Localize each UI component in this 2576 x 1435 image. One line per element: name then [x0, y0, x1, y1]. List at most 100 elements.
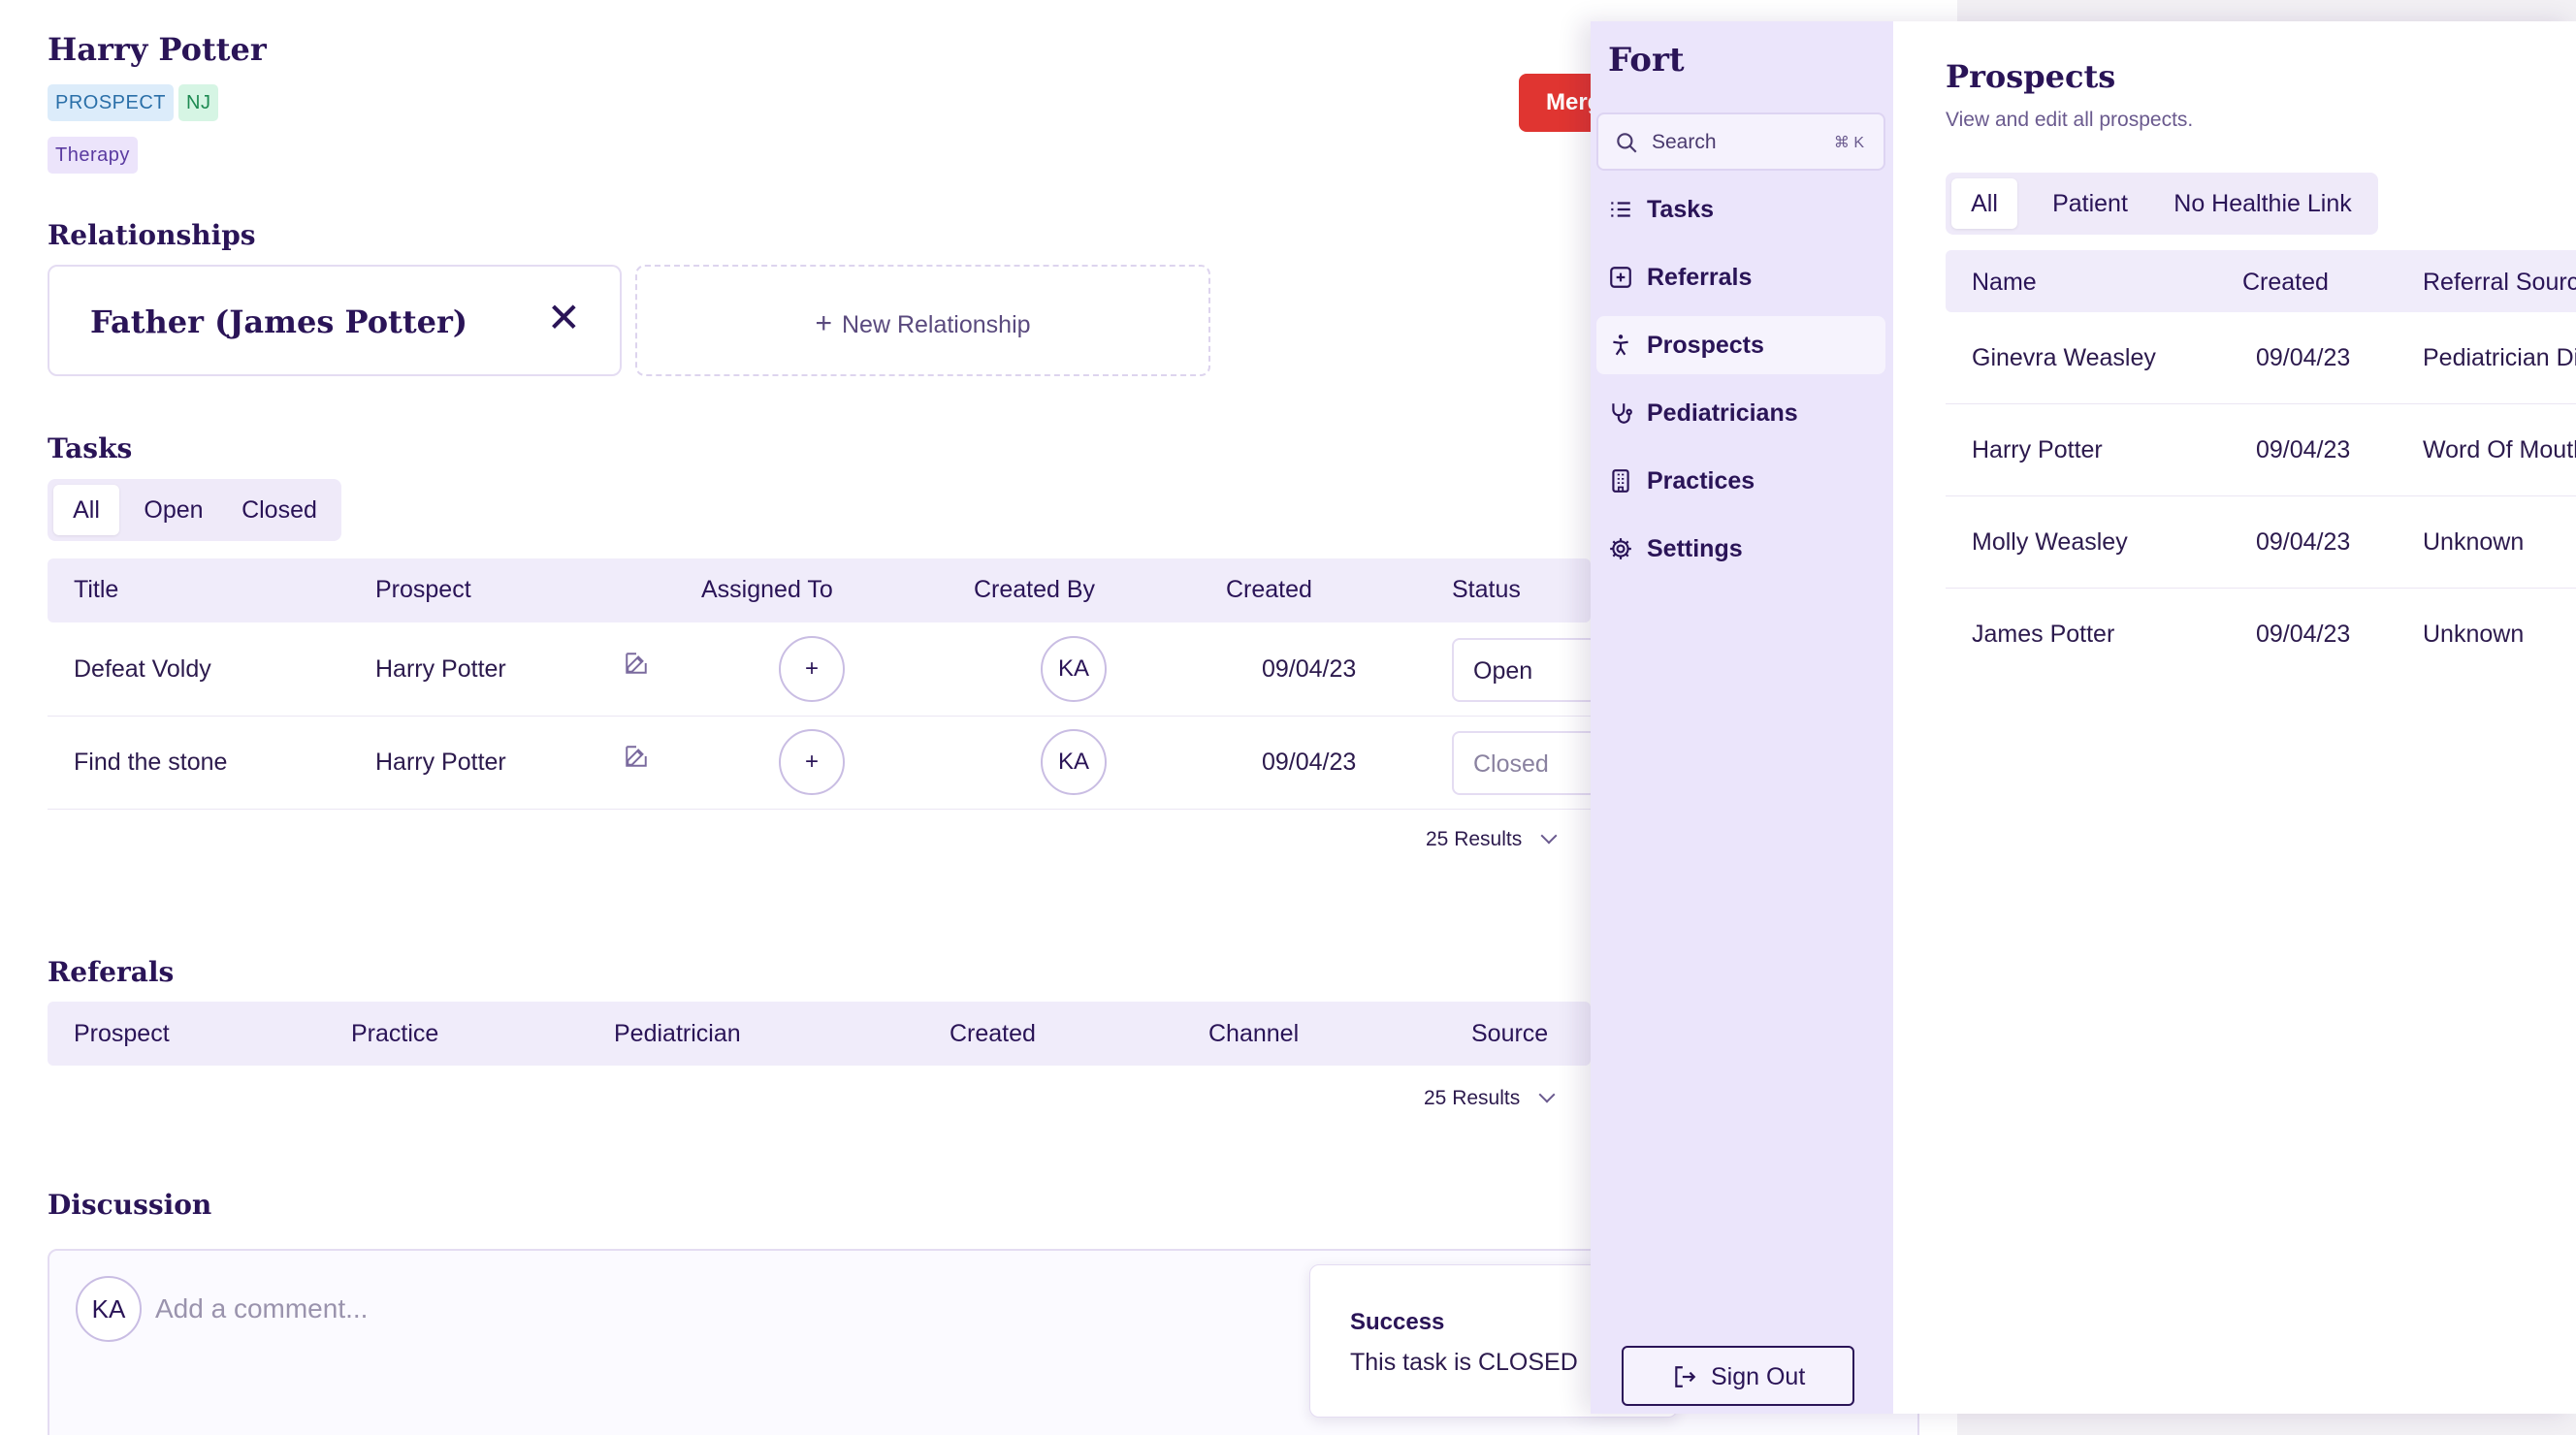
comment-input[interactable]: Add a comment... [155, 1293, 368, 1324]
status-badge: PROSPECT [48, 84, 175, 121]
column-header: Created [950, 1020, 1036, 1047]
edit-icon[interactable] [624, 651, 649, 676]
prospects-table-header: Name Created Referral Source [1946, 250, 2576, 312]
search-input[interactable]: Search ⌘ K [1596, 112, 1885, 171]
prospect-name: Molly Weasley [1972, 528, 2128, 556]
assign-button[interactable]: + [779, 636, 845, 702]
referrals-table-header: Prospect Practice Pediatrician Created C… [48, 1002, 1591, 1066]
new-relationship-button[interactable]: + New Relationship [635, 265, 1210, 376]
status-select[interactable]: Open [1452, 638, 1597, 702]
prospect-source: Pediatrician Direct [2423, 344, 2576, 371]
referrals-heading: Referals [48, 956, 175, 988]
task-prospect: Harry Potter [375, 749, 506, 776]
table-row[interactable]: Ginevra Weasley 09/04/23 Pediatrician Di… [1946, 312, 2576, 404]
tab-all[interactable]: All [53, 485, 119, 535]
column-header: Channel [1208, 1020, 1300, 1047]
prospect-name: James Potter [1972, 621, 2115, 648]
tab-no-healthie-link[interactable]: No Healthie Link [2155, 178, 2370, 229]
results-label: 25 Results [1426, 828, 1523, 850]
tasks-filter-tabs: All Open Closed [48, 479, 341, 541]
page-subtitle: View and edit all prospects. [1946, 109, 2194, 131]
tab-all[interactable]: All [1951, 178, 2017, 229]
avatar: KA [1041, 729, 1107, 795]
task-title: Defeat Voldy [74, 655, 211, 683]
prospect-source: Word Of Mouth [2423, 436, 2576, 463]
sidebar-item-label: Referrals [1647, 264, 1753, 291]
column-header: Name [1972, 269, 2037, 296]
tasks-table-header: Title Prospect Assigned To Created By Cr… [48, 558, 1591, 622]
task-title: Find the stone [74, 749, 228, 776]
prospect-source: Unknown [2423, 621, 2525, 648]
toast-title: Success [1350, 1309, 1445, 1335]
column-header: Practice [351, 1020, 439, 1047]
sidebar-item-settings[interactable]: Settings [1596, 520, 1885, 578]
tasks-heading: Tasks [48, 432, 133, 464]
task-created: 09/04/23 [1262, 749, 1357, 776]
column-header: Status [1452, 576, 1521, 603]
relationship-label: Father (James Potter) [90, 303, 467, 340]
results-per-page-select[interactable]: 25 Results [1424, 1086, 1556, 1110]
prospects-main: Prospects View and edit all prospects. A… [1893, 21, 2576, 1414]
sidebar-item-practices[interactable]: Practices [1596, 452, 1885, 510]
prospect-name: Harry Potter [1972, 436, 2103, 463]
sign-out-icon [1675, 1366, 1696, 1387]
sidebar-item-tasks[interactable]: Tasks [1596, 180, 1885, 239]
sidebar-item-label: Prospects [1647, 332, 1764, 359]
sidebar-item-label: Tasks [1647, 196, 1715, 223]
column-header: Pediatrician [614, 1020, 741, 1047]
sidebar-item-pediatricians[interactable]: Pediatricians [1596, 384, 1885, 442]
search-icon [1617, 133, 1637, 153]
tab-closed[interactable]: Closed [226, 485, 333, 535]
service-badge: Therapy [48, 137, 138, 174]
sign-out-button[interactable]: Sign Out [1622, 1346, 1854, 1406]
relationship-card: Father (James Potter) ✕ [48, 265, 622, 376]
prospect-source: Unknown [2423, 528, 2525, 556]
table-row[interactable]: James Potter 09/04/23 Unknown [1946, 589, 2576, 681]
sidebar-item-label: Pediatricians [1647, 399, 1798, 427]
table-row[interactable]: Find the stone Harry Potter + KA 09/04/2… [48, 717, 1597, 810]
gear-icon [1610, 538, 1631, 559]
chevron-down-icon [1540, 827, 1558, 845]
search-placeholder: Search [1652, 131, 1717, 153]
brand-logo: Fort [1608, 41, 1685, 80]
edit-icon[interactable] [624, 744, 649, 769]
results-label: 25 Results [1424, 1087, 1521, 1109]
table-row[interactable]: Molly Weasley 09/04/23 Unknown [1946, 496, 2576, 589]
toast-message: This task is CLOSED [1350, 1349, 1578, 1376]
status-select[interactable]: Closed [1452, 731, 1597, 795]
relationships-heading: Relationships [48, 219, 256, 251]
column-header: Created [2242, 269, 2329, 296]
new-relationship-label: New Relationship [841, 311, 1031, 338]
column-header: Created By [974, 576, 1096, 603]
column-header: Referral Source [2423, 269, 2576, 296]
column-header: Created [1226, 576, 1312, 603]
tab-patient[interactable]: Patient [2041, 178, 2140, 229]
table-row[interactable]: Harry Potter 09/04/23 Word Of Mouth [1946, 404, 2576, 496]
person-icon [1613, 335, 1628, 356]
sidebar-item-prospects[interactable]: Prospects [1596, 316, 1885, 374]
close-icon[interactable]: ✕ [547, 298, 581, 338]
sidebar: Fort Search ⌘ K Tasks Referrals Prospect… [1591, 21, 1893, 1414]
building-icon [1612, 469, 1629, 493]
page-title: Harry Potter [48, 31, 267, 68]
table-row[interactable]: Defeat Voldy Harry Potter + KA 09/04/23 … [48, 622, 1597, 717]
prospect-name: Ginevra Weasley [1972, 344, 2156, 371]
results-per-page-select[interactable]: 25 Results [1426, 827, 1558, 851]
assign-button[interactable]: + [779, 729, 845, 795]
prospects-filter-tabs: All Patient No Healthie Link [1946, 173, 2378, 235]
plus-square-icon [1610, 267, 1631, 288]
search-shortcut: ⌘ K [1833, 135, 1864, 151]
app-window: Fort Search ⌘ K Tasks Referrals Prospect… [1591, 21, 2576, 1414]
sidebar-item-referrals[interactable]: Referrals [1596, 248, 1885, 306]
prospect-created: 09/04/23 [2256, 436, 2351, 463]
avatar: KA [76, 1276, 142, 1342]
tab-open[interactable]: Open [129, 485, 218, 535]
prospect-created: 09/04/23 [2256, 528, 2351, 556]
column-header: Source [1471, 1020, 1549, 1047]
chevron-down-icon [1538, 1086, 1556, 1103]
sidebar-item-label: Settings [1647, 535, 1743, 562]
prospect-created: 09/04/23 [2256, 621, 2351, 648]
column-header: Title [74, 576, 119, 603]
state-badge: NJ [178, 84, 219, 121]
task-created: 09/04/23 [1262, 655, 1357, 683]
